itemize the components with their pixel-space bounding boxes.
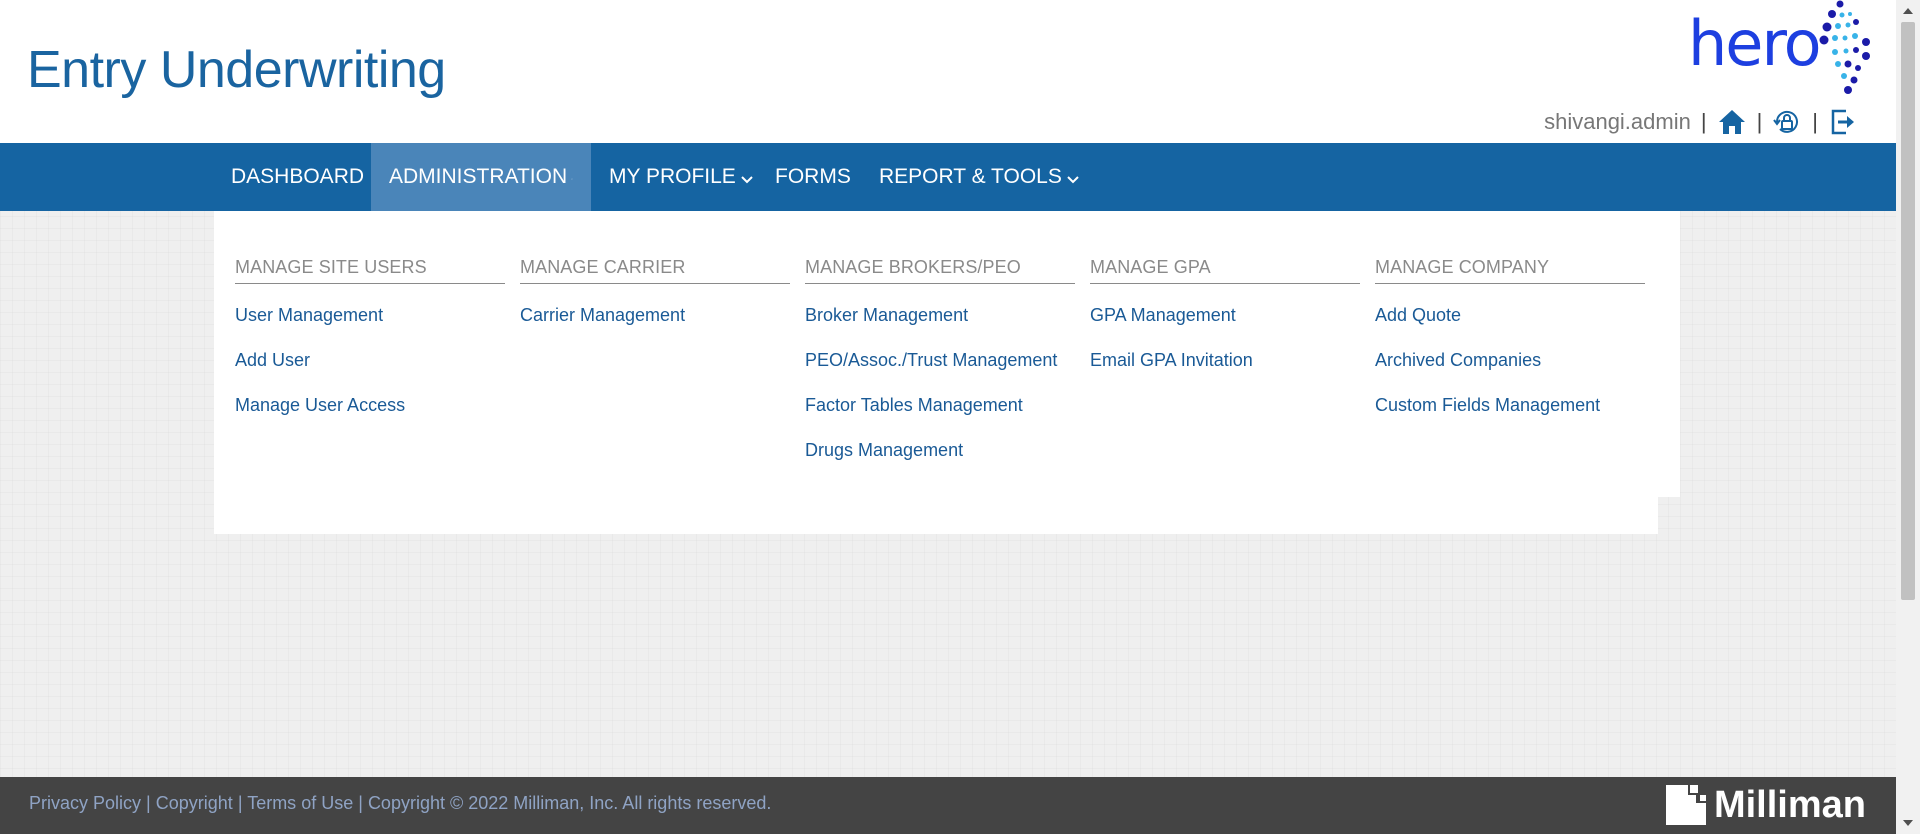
menu-column-carrier: MANAGE CARRIER Carrier Management <box>520 257 790 349</box>
column-heading: MANAGE COMPANY <box>1375 257 1645 284</box>
chevron-down-icon <box>741 176 753 184</box>
home-icon[interactable] <box>1717 107 1747 137</box>
separator: | <box>1700 109 1707 134</box>
nav-label: DASHBOARD <box>231 165 365 188</box>
page: Entry Underwriting hero shivangi.admin |… <box>0 0 1896 834</box>
vertical-scrollbar[interactable] <box>1896 0 1920 834</box>
administration-mega-menu: MANAGE SITE USERS User Management Add Us… <box>214 211 1680 497</box>
logout-icon[interactable] <box>1828 107 1858 137</box>
mega-menu-bottom <box>214 497 1658 534</box>
chevron-down-icon <box>571 178 573 180</box>
menu-column-gpa: MANAGE GPA GPA Management Email GPA Invi… <box>1090 257 1360 394</box>
chevron-down-icon <box>1067 176 1079 184</box>
menu-column-brokers-peo: MANAGE BROKERS/PEO Broker Management PEO… <box>805 257 1075 484</box>
privacy-policy-link[interactable]: Privacy Policy <box>29 793 141 813</box>
column-heading: MANAGE SITE USERS <box>235 257 505 284</box>
nav-dashboard[interactable]: DASHBOARD <box>213 143 382 211</box>
user-area: shivangi.admin | | | <box>1544 106 1858 138</box>
menu-link-user-management[interactable]: User Management <box>235 304 505 349</box>
nav-label: REPORT & TOOLS <box>879 165 1062 188</box>
column-heading: MANAGE CARRIER <box>520 257 790 284</box>
copyright-link[interactable]: Copyright <box>156 793 233 813</box>
scroll-thumb[interactable] <box>1901 22 1915 600</box>
menu-link-add-user[interactable]: Add User <box>235 349 505 394</box>
terms-of-use-link[interactable]: Terms of Use <box>247 793 353 813</box>
footer-separator: | <box>146 793 151 813</box>
nav-label: FORMS <box>775 165 851 188</box>
column-heading: MANAGE BROKERS/PEO <box>805 257 1075 284</box>
menu-link-email-gpa-invitation[interactable]: Email GPA Invitation <box>1090 349 1360 394</box>
footer-separator: | <box>237 793 243 813</box>
nav-label: MY PROFILE <box>609 165 736 188</box>
logo-text: hero <box>1688 7 1821 80</box>
milliman-brand: Milliman <box>1713 783 1866 826</box>
scroll-up-arrow-icon[interactable] <box>1902 6 1914 16</box>
nav-my-profile[interactable]: MY PROFILE <box>591 143 772 211</box>
footer-separator: | <box>358 793 363 813</box>
menu-link-manage-user-access[interactable]: Manage User Access <box>235 394 505 439</box>
menu-link-add-quote[interactable]: Add Quote <box>1375 304 1645 349</box>
hero-logo[interactable]: hero <box>1688 0 1874 100</box>
header: Entry Underwriting hero shivangi.admin |… <box>0 0 1896 143</box>
menu-link-archived-companies[interactable]: Archived Companies <box>1375 349 1645 394</box>
separator: | <box>1756 109 1763 134</box>
column-heading: MANAGE GPA <box>1090 257 1360 284</box>
scroll-down-arrow-icon[interactable] <box>1902 818 1914 828</box>
logo-dots-icon <box>1819 0 1870 94</box>
app-title: Entry Underwriting <box>27 41 446 99</box>
milliman-logo: Milliman <box>1664 783 1866 827</box>
menu-column-company: MANAGE COMPANY Add Quote Archived Compan… <box>1375 257 1645 439</box>
nav-report-tools[interactable]: REPORT & TOOLS <box>861 143 1098 211</box>
menu-column-site-users: MANAGE SITE USERS User Management Add Us… <box>235 257 505 439</box>
footer: Privacy Policy | Copyright | Terms of Us… <box>0 777 1896 834</box>
nav-forms[interactable]: FORMS <box>757 143 869 211</box>
lock-reset-icon[interactable] <box>1772 107 1802 137</box>
milliman-mark-icon <box>1665 785 1706 825</box>
nav-label: ADMINISTRATION <box>389 165 568 188</box>
menu-link-carrier-management[interactable]: Carrier Management <box>520 304 790 349</box>
menu-link-gpa-management[interactable]: GPA Management <box>1090 304 1360 349</box>
menu-link-factor-tables[interactable]: Factor Tables Management <box>805 394 1075 439</box>
copyright-notice: Copyright © 2022 Milliman, Inc. All righ… <box>367 793 772 813</box>
nav-administration[interactable]: ADMINISTRATION <box>371 143 591 211</box>
menu-link-peo-management[interactable]: PEO/Assoc./Trust Management <box>805 349 1075 394</box>
menu-link-drugs-management[interactable]: Drugs Management <box>805 439 1075 484</box>
username[interactable]: shivangi.admin <box>1544 109 1691 135</box>
main-nav: DASHBOARD ADMINISTRATION MY PROFILE FORM… <box>0 143 1896 211</box>
separator: | <box>1812 109 1818 134</box>
menu-link-broker-management[interactable]: Broker Management <box>805 304 1075 349</box>
footer-links: Privacy Policy | Copyright | Terms of Us… <box>29 793 771 814</box>
menu-link-custom-fields[interactable]: Custom Fields Management <box>1375 394 1645 439</box>
